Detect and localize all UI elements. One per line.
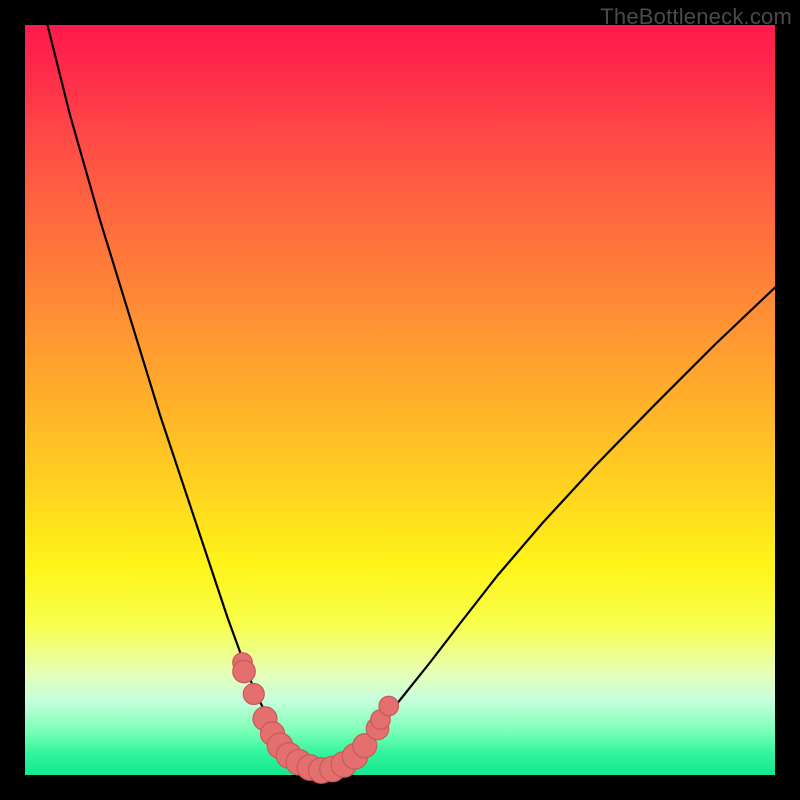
marker-dot [379,696,399,716]
marker-dot [233,660,256,683]
chart-svg [25,25,775,775]
curve-left-branch [48,25,326,774]
chart-plot-area [25,25,775,775]
chart-frame: TheBottleneck.com [0,0,800,800]
watermark-text: TheBottleneck.com [600,4,792,30]
marker-group [233,653,399,784]
marker-dot [243,684,264,705]
